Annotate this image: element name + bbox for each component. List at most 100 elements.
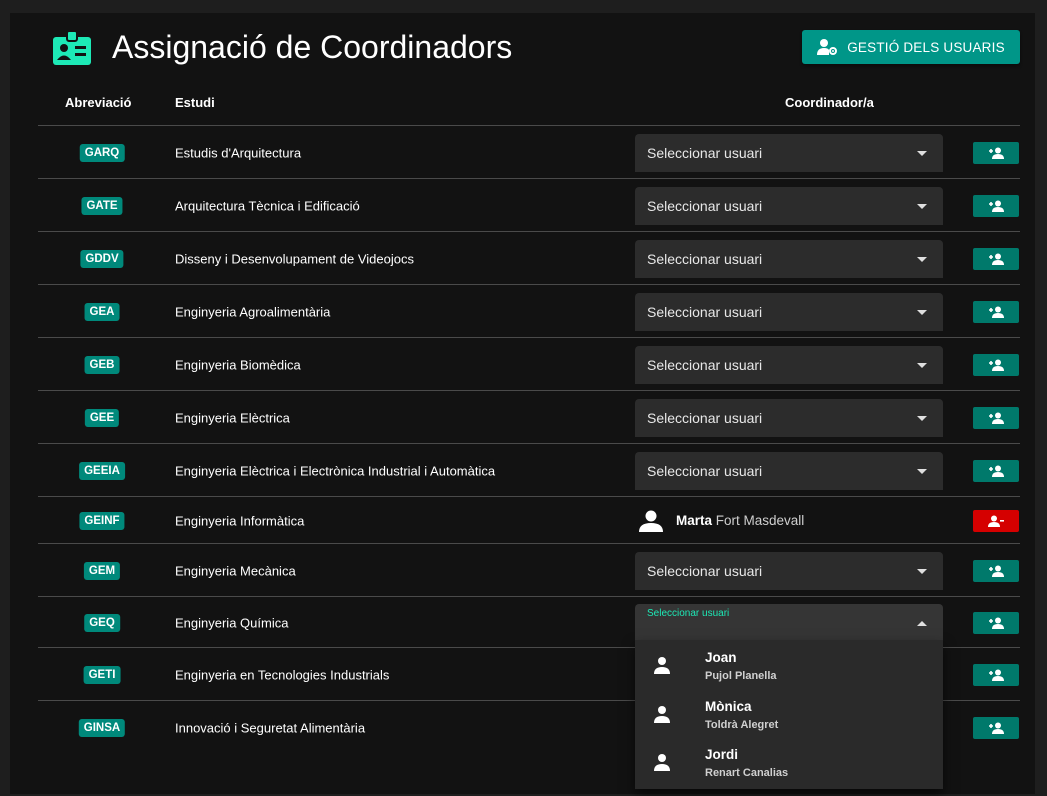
study-name: Enginyeria Biomèdica (175, 357, 301, 372)
assigned-coordinator: Marta Fort Masdevall (638, 510, 804, 532)
chevron-down-icon (917, 309, 927, 315)
study-name: Estudis d'Arquitectura (175, 145, 302, 160)
table-row: GEM Enginyeria Mecànica Seleccionar usua… (38, 543, 1020, 597)
study-name: Enginyeria Elèctrica (175, 410, 290, 425)
manage-users-button[interactable]: GESTIÓ DELS USUARIS (802, 30, 1020, 64)
study-name: Enginyeria Informàtica (175, 513, 305, 528)
coordinator-select[interactable]: Seleccionar usuari (635, 398, 943, 437)
study-name: Disseny i Desenvolupament de Videojocs (175, 251, 414, 266)
user-settings-icon (817, 39, 838, 55)
coordinator-select-open[interactable]: Seleccionar usuari (635, 603, 943, 642)
select-floating-label: Seleccionar usuari (647, 607, 730, 619)
chevron-down-icon (917, 256, 927, 262)
assign-user-button[interactable] (973, 663, 1019, 686)
assign-user-button[interactable] (973, 247, 1019, 270)
table-row: GEB Enginyeria Biomèdica Seleccionar usu… (38, 337, 1020, 391)
add-user-icon (989, 306, 1004, 318)
abbr-badge: GEM (83, 561, 121, 580)
assign-user-button[interactable] (973, 459, 1019, 482)
select-placeholder: Seleccionar usuari (647, 409, 763, 426)
coordinator-select[interactable]: Seleccionar usuari (635, 451, 943, 490)
page-title: Assignació de Coordinadors (112, 29, 513, 65)
option-first-name: Joan (705, 650, 737, 665)
select-placeholder: Seleccionar usuari (647, 562, 763, 579)
select-placeholder: Seleccionar usuari (647, 250, 763, 267)
study-name: Innovació i Seguretat Alimentària (175, 720, 366, 735)
abbr-badge: GDDV (80, 249, 124, 268)
column-header-abbr: Abreviació (65, 95, 132, 110)
assign-user-button[interactable] (973, 406, 1019, 429)
table-row: GEA Enginyeria Agroalimentària Seleccion… (38, 284, 1020, 338)
add-user-icon (989, 359, 1004, 371)
option-last-name: Renart Canalias (705, 767, 789, 779)
abbr-badge: GEINF (79, 511, 125, 530)
column-header-coordinator: Coordinador/a (785, 95, 874, 110)
abbr-badge: GATE (81, 196, 123, 215)
table-row: GARQ Estudis d'Arquitectura Seleccionar … (38, 125, 1020, 179)
person-icon (654, 754, 670, 771)
add-user-icon (989, 669, 1004, 681)
person-icon (654, 657, 670, 674)
coordinator-select[interactable]: Seleccionar usuari (635, 345, 943, 384)
abbr-badge: GARQ (79, 143, 125, 162)
study-name: Enginyeria Elèctrica i Electrònica Indus… (175, 463, 496, 478)
chevron-down-icon (917, 468, 927, 474)
study-name: Enginyeria Mecànica (175, 563, 296, 578)
assign-user-button[interactable] (973, 141, 1019, 164)
abbr-badge: GEQ (84, 613, 120, 632)
chevron-down-icon (917, 150, 927, 156)
remove-user-icon (988, 515, 1004, 527)
assign-user-button[interactable] (973, 353, 1019, 376)
assign-user-button[interactable] (973, 300, 1019, 323)
add-user-icon (989, 465, 1004, 477)
coordinator-last-name: Fort Masdevall (715, 513, 805, 528)
table-row: GEEIA Enginyeria Elèctrica i Electrònica… (38, 443, 1020, 497)
coordinator-select[interactable]: Seleccionar usuari (635, 239, 943, 278)
add-user-icon (989, 617, 1004, 629)
chevron-up-icon (917, 620, 927, 626)
option-first-name: Jordi (705, 747, 739, 762)
chevron-down-icon (917, 415, 927, 421)
dropdown-option[interactable]: Joan Pujol Planella (635, 642, 943, 689)
table-row: GEINF Enginyeria Informàtica Marta Fort … (38, 496, 1020, 544)
abbr-badge: GINSA (78, 718, 126, 737)
assign-user-button[interactable] (973, 611, 1019, 634)
abbr-badge: GEEIA (79, 461, 125, 480)
chevron-down-icon (917, 568, 927, 574)
chevron-down-icon (917, 203, 927, 209)
study-name: Enginyeria en Tecnologies Industrials (175, 667, 390, 682)
add-user-icon (989, 200, 1004, 212)
abbr-badge: GEE (84, 408, 120, 427)
remove-user-button[interactable] (973, 509, 1019, 532)
coordinator-select[interactable]: Seleccionar usuari (635, 551, 943, 590)
dropdown-option[interactable]: Jordi Renart Canalias (635, 739, 943, 786)
coordinator-first-name: Marta (676, 513, 713, 528)
select-placeholder: Seleccionar usuari (647, 303, 763, 320)
table-row: GDDV Disseny i Desenvolupament de Videoj… (38, 231, 1020, 285)
assign-user-button[interactable] (973, 194, 1019, 217)
assign-user-button[interactable] (973, 559, 1019, 582)
dropdown-option[interactable]: Mònica Toldrà Alegret (635, 691, 943, 738)
select-placeholder: Seleccionar usuari (647, 356, 763, 373)
select-placeholder: Seleccionar usuari (647, 462, 763, 479)
study-name: Enginyeria Química (175, 615, 289, 630)
select-placeholder: Seleccionar usuari (647, 197, 763, 214)
abbr-badge: GEB (84, 355, 120, 374)
abbr-badge: GETI (83, 665, 121, 684)
option-last-name: Pujol Planella (705, 670, 777, 682)
add-user-icon (989, 147, 1004, 159)
add-user-icon (989, 722, 1004, 734)
assign-user-button[interactable] (973, 716, 1019, 739)
person-icon (654, 706, 670, 723)
study-name: Arquitectura Tècnica i Edificació (175, 198, 360, 213)
coordinator-select[interactable]: Seleccionar usuari (635, 292, 943, 331)
badge-icon (53, 31, 91, 65)
coordinator-select[interactable]: Seleccionar usuari (635, 186, 943, 225)
abbr-badge: GEA (84, 302, 120, 321)
select-placeholder: Seleccionar usuari (647, 144, 763, 161)
manage-users-label: GESTIÓ DELS USUARIS (847, 39, 1005, 55)
option-last-name: Toldrà Alegret (705, 719, 779, 731)
option-first-name: Mònica (705, 699, 752, 714)
chevron-down-icon (917, 362, 927, 368)
coordinator-select[interactable]: Seleccionar usuari (635, 133, 943, 172)
